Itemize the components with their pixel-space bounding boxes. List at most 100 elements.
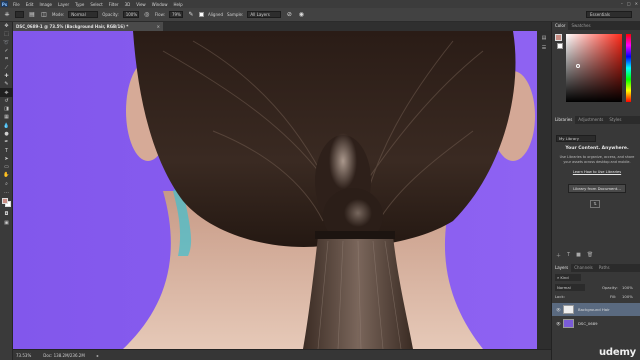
visibility-eye-icon[interactable]: 👁 [556,317,561,330]
dodge-tool-icon[interactable]: ● [0,130,13,138]
mode-select[interactable]: Normal [68,11,99,18]
minimize-icon[interactable]: – [621,1,623,6]
aligned-checkbox[interactable] [198,12,204,17]
clone-stamp-tool-icon[interactable]: ⎈ [0,88,13,97]
gradient-tool-icon[interactable]: ▦ [0,113,13,121]
brush-tool-icon[interactable]: ✎ [0,80,13,88]
layer-filter-kind[interactable]: ⌕ Kind [555,274,581,281]
layer-row[interactable]: 👁 Background Hair [552,303,640,316]
marquee-tool-icon[interactable]: ⬚ [0,30,13,38]
layer-name[interactable]: Background Hair [578,303,610,316]
hue-slider[interactable] [626,34,631,102]
add-color-icon[interactable]: ■ [576,252,581,259]
add-graphic-icon[interactable]: ＋ [556,252,561,259]
move-tool-icon[interactable]: ✥ [0,22,13,30]
lasso-tool-icon[interactable]: ➰ [0,39,13,47]
tab-close-icon[interactable]: × [157,22,160,31]
shape-tool-icon[interactable]: ▭ [0,163,13,171]
menu-view[interactable]: View [133,2,149,7]
learn-libraries-link[interactable]: Learn How to Use Libraries [560,170,634,174]
status-arrow-icon[interactable]: ▸ [97,353,99,358]
color-panel-tabs: Color Swatches [552,22,640,30]
add-text-icon[interactable]: T [567,252,570,259]
cloud-sync-icon[interactable]: ⇅ [590,200,600,208]
libraries-description: Use Libraries to organize, access, and s… [559,155,635,164]
document-tab[interactable]: DSC_0689-1 @ 73.5% (Background Hair, RGB… [13,22,163,31]
panel-background-swatch[interactable] [557,43,563,49]
panel-dock-strip: ▤ ☰ [537,31,551,349]
tab-adjustments[interactable]: Adjustments [575,116,606,124]
layer-row[interactable]: 👁 DSC_0689 [552,317,640,330]
fill-label: Fill: [610,294,617,299]
ignore-adjustments-icon[interactable]: ⊘ [285,11,293,19]
tab-swatches[interactable]: Swatches [568,22,593,30]
brush-panel-icon[interactable]: ▤ [28,11,36,19]
color-panel [552,30,640,116]
menu-image[interactable]: Image [36,2,55,7]
layer-opacity-field[interactable]: 100% [622,284,633,291]
color-picker-field[interactable] [566,34,622,102]
clone-stamp-icon[interactable]: ⎈ [3,11,11,19]
eraser-tool-icon[interactable]: ◨ [0,105,13,113]
options-bar: ⎈ ▤ ◫ Mode: Normal Opacity: 100% ◎ Flow:… [0,8,640,22]
panel-foreground-swatch[interactable] [555,34,562,41]
layer-thumbnail [563,305,574,314]
tab-styles[interactable]: Styles [606,116,624,124]
menu-select[interactable]: Select [87,2,105,7]
maximize-icon[interactable]: □ [627,1,631,6]
sample-select[interactable]: All Layers [247,11,282,18]
healing-brush-tool-icon[interactable]: ✚ [0,72,13,80]
tab-channels[interactable]: Channels [571,264,596,272]
type-tool-icon[interactable]: T [0,146,13,154]
path-select-tool-icon[interactable]: ➤ [0,155,13,163]
close-icon[interactable]: ✕ [635,1,638,6]
screen-mode-icon[interactable]: ▣ [0,219,13,227]
pen-tool-icon[interactable]: ✒ [0,138,13,146]
pressure-opacity-icon[interactable]: ◎ [143,11,151,19]
menu-edit[interactable]: Edit [23,2,37,7]
tab-color[interactable]: Color [552,22,569,30]
quick-mask-icon[interactable]: ◘ [0,210,13,218]
menu-filter[interactable]: Filter [106,2,122,7]
tab-paths[interactable]: Paths [596,264,613,272]
history-brush-tool-icon[interactable]: ↺ [0,97,13,105]
photoshop-logo: Ps [1,1,8,7]
document-canvas[interactable] [13,31,537,349]
color-swatches[interactable] [0,196,12,210]
tab-libraries[interactable]: Libraries [552,116,576,124]
menu-window[interactable]: Window [149,2,171,7]
history-panel-icon[interactable]: ▤ [537,35,551,45]
foreground-color-swatch[interactable] [2,198,8,205]
more-tools-icon[interactable]: … [0,188,13,196]
workspace-select[interactable]: Essentials [586,11,632,18]
menu-help[interactable]: Help [170,2,185,7]
quick-select-tool-icon[interactable]: ✓ [0,47,13,55]
fill-field[interactable]: 100% [622,293,633,300]
layer-name[interactable]: DSC_0689 [578,317,598,330]
blur-tool-icon[interactable]: 💧 [0,122,13,130]
menu-3d[interactable]: 3D [122,2,134,7]
library-from-document-button[interactable]: Library from Document... [568,184,626,193]
blend-mode-select[interactable]: Normal [555,284,585,291]
zoom-readout[interactable]: 73.53% [16,353,31,358]
opacity-field[interactable]: 100% [122,11,139,18]
airbrush-icon[interactable]: ✎ [187,11,195,19]
zoom-tool-icon[interactable]: ⌕ [0,180,13,188]
crop-tool-icon[interactable]: ⌗ [0,55,13,63]
properties-panel-icon[interactable]: ☰ [537,45,551,55]
menu-layer[interactable]: Layer [55,2,72,7]
eyedropper-tool-icon[interactable]: ⟋ [0,63,13,71]
color-picker-cursor [576,64,580,68]
hand-tool-icon[interactable]: ✋ [0,171,13,179]
brush-preset-picker[interactable] [15,11,24,18]
visibility-eye-icon[interactable]: 👁 [556,303,561,316]
flow-field[interactable]: 79% [168,11,183,18]
menu-file[interactable]: File [10,2,23,7]
library-select[interactable]: My Library [556,135,596,142]
trash-icon[interactable]: 🗑 [587,252,593,259]
menu-type[interactable]: Type [72,2,87,7]
status-bar: 73.53% Doc: 138.2M/236.2M ▸ [13,349,551,360]
tab-layers[interactable]: Layers [552,264,572,272]
pressure-size-icon[interactable]: ◉ [297,11,305,19]
clone-source-icon[interactable]: ◫ [40,11,48,19]
